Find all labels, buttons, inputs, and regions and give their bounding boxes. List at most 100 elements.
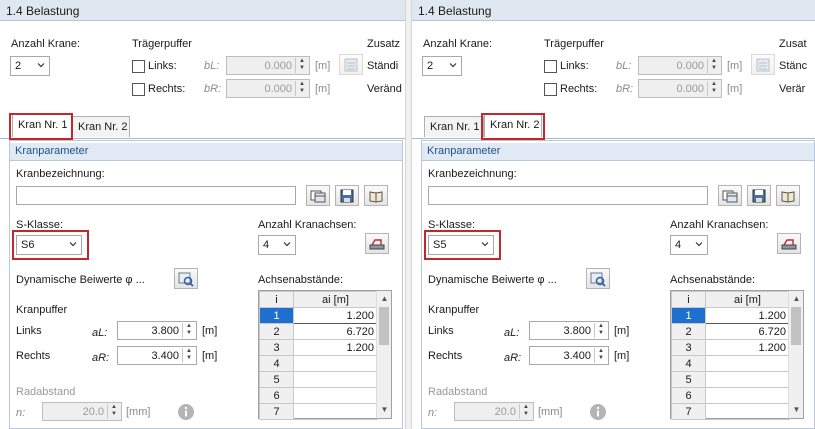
anzahl-krane-select[interactable]: 2 [10,56,50,76]
grid-cell-a[interactable]: 6.720 [293,323,378,340]
table-row[interactable]: 4 [671,355,790,372]
bL-spinner[interactable]: ▲ ▼ [707,58,720,73]
aL-symbol: aL: [504,327,520,339]
grid-scrollbar[interactable]: ▲ ▼ [788,291,803,418]
grid-cell-a[interactable] [705,387,790,404]
info-button[interactable] [174,401,198,422]
grid-cell-a[interactable]: 6.720 [705,323,790,340]
bL-unit: [m] [315,60,331,72]
dynamische-beiwerte-button[interactable] [174,268,198,289]
tab-kran-1[interactable]: Kran Nr. 1 [424,116,484,137]
table-row[interactable]: 5 [671,371,790,388]
kranparameter-header: Kranparameter [422,143,814,161]
table-row[interactable]: 2 6.720 [259,323,378,340]
kranbezeichnung-label: Kranbezeichnung: [428,168,517,180]
kranpuffer-rechts-label: Rechts [16,350,51,362]
info-button[interactable] [586,401,610,422]
rechts-checkbox[interactable] [132,83,145,96]
grid-cell-a[interactable] [705,403,790,420]
bL-value: 0.000 [676,60,704,72]
table-row[interactable]: 3 1.200 [671,339,790,356]
aL-input[interactable]: 3.800 ▲ ▼ [529,321,609,340]
kranpuffer-label: Kranpuffer [16,304,68,316]
bR-spinner[interactable]: ▲ ▼ [707,81,720,96]
dynamische-beiwerte-button[interactable] [586,268,610,289]
aL-input[interactable]: 3.800 ▲ ▼ [117,321,197,340]
bR-spinner[interactable]: ▲ ▼ [295,81,308,96]
anzahl-krane-select[interactable]: 2 [422,56,462,76]
kranbezeichnung-input[interactable] [428,186,708,205]
crane-edit-button[interactable] [777,233,801,254]
anzahl-kranachsen-select[interactable]: 4 [670,235,708,255]
bL-input[interactable]: 0.000 ▲ ▼ [638,56,722,75]
n-input[interactable]: 20.0 ▲ ▼ [42,402,122,421]
n-spinner[interactable]: ▲ ▼ [107,404,120,419]
anzahl-kranachsen-select[interactable]: 4 [258,235,296,255]
grid-cell-a[interactable] [293,355,378,372]
table-row[interactable]: 3 1.200 [259,339,378,356]
links-label: Links: [148,60,177,72]
aR-symbol: aR: [92,352,110,364]
aR-input[interactable]: 3.400 ▲ ▼ [529,346,609,365]
tab-strip-line [412,138,815,139]
table-row[interactable]: 6 [671,387,790,404]
magnify-table-icon [178,272,194,287]
grid-cell-a[interactable] [705,371,790,388]
achsenabstaende-grid[interactable]: i ai [m] 1 1.200 2 6.720 3 1.200 4 5 6 7 ▲ ▼ [258,290,392,420]
calculator-button[interactable] [751,54,775,75]
table-row[interactable]: 4 [259,355,378,372]
bR-input[interactable]: 0.000 ▲ ▼ [226,79,310,98]
tab-kran-2[interactable]: Kran Nr. 2 [72,116,130,137]
rechts-checkbox[interactable] [544,83,557,96]
aL-spinner[interactable]: ▲ ▼ [182,323,195,338]
bL-input[interactable]: 0.000 ▲ ▼ [226,56,310,75]
kranbezeichnung-label: Kranbezeichnung: [16,168,105,180]
bL-spinner[interactable]: ▲ ▼ [295,58,308,73]
table-row[interactable]: 6 [259,387,378,404]
grid-row-index: 7 [259,403,294,420]
aR-spinner[interactable]: ▲ ▼ [594,348,607,363]
save-button[interactable] [747,185,771,206]
kranbezeichnung-input[interactable] [16,186,296,205]
save-button[interactable] [335,185,359,206]
grid-cell-a[interactable] [293,371,378,388]
grid-scrollbar[interactable]: ▲ ▼ [376,291,391,418]
panel-divider [405,0,412,429]
library-button[interactable] [776,185,800,206]
links-checkbox[interactable] [544,60,557,73]
grid-cell-a[interactable] [293,403,378,420]
calculator-button[interactable] [339,54,363,75]
grid-cell-a[interactable]: 1.200 [293,339,378,356]
anzahl-kranachsen-label: Anzahl Kranachsen: [258,219,357,231]
aR-input[interactable]: 3.400 ▲ ▼ [117,346,197,365]
crane-edit-button[interactable] [365,233,389,254]
bR-input[interactable]: 0.000 ▲ ▼ [638,79,722,98]
aL-spinner[interactable]: ▲ ▼ [594,323,607,338]
grid-row-index: 1 [671,307,706,324]
n-spinner[interactable]: ▲ ▼ [519,404,532,419]
grid-row-index: 6 [671,387,706,404]
magnify-table-icon [590,272,606,287]
calculator-icon [344,58,358,72]
n-input[interactable]: 20.0 ▲ ▼ [454,402,534,421]
select-from-library-button[interactable] [718,185,742,206]
grid-cell-a[interactable]: 1.200 [293,307,378,324]
table-row[interactable]: 7 [671,403,790,420]
aR-spinner[interactable]: ▲ ▼ [182,348,195,363]
library-button[interactable] [364,185,388,206]
table-row[interactable]: 2 6.720 [671,323,790,340]
table-row[interactable]: 7 [259,403,378,420]
table-row[interactable]: 1 1.200 [259,307,378,324]
book-icon [781,191,795,203]
grid-cell-a[interactable] [705,355,790,372]
table-row[interactable]: 1 1.200 [671,307,790,324]
achsenabstaende-grid[interactable]: i ai [m] 1 1.200 2 6.720 3 1.200 4 5 6 7 ▲ ▼ [670,290,804,420]
links-checkbox[interactable] [132,60,145,73]
staendig-label: Ständi [367,60,399,72]
grid-cell-a[interactable]: 1.200 [705,307,790,324]
table-row[interactable]: 5 [259,371,378,388]
grid-cell-a[interactable]: 1.200 [705,339,790,356]
grid-cell-a[interactable] [293,387,378,404]
select-from-library-button[interactable] [306,185,330,206]
chevron-down-icon [37,63,45,68]
